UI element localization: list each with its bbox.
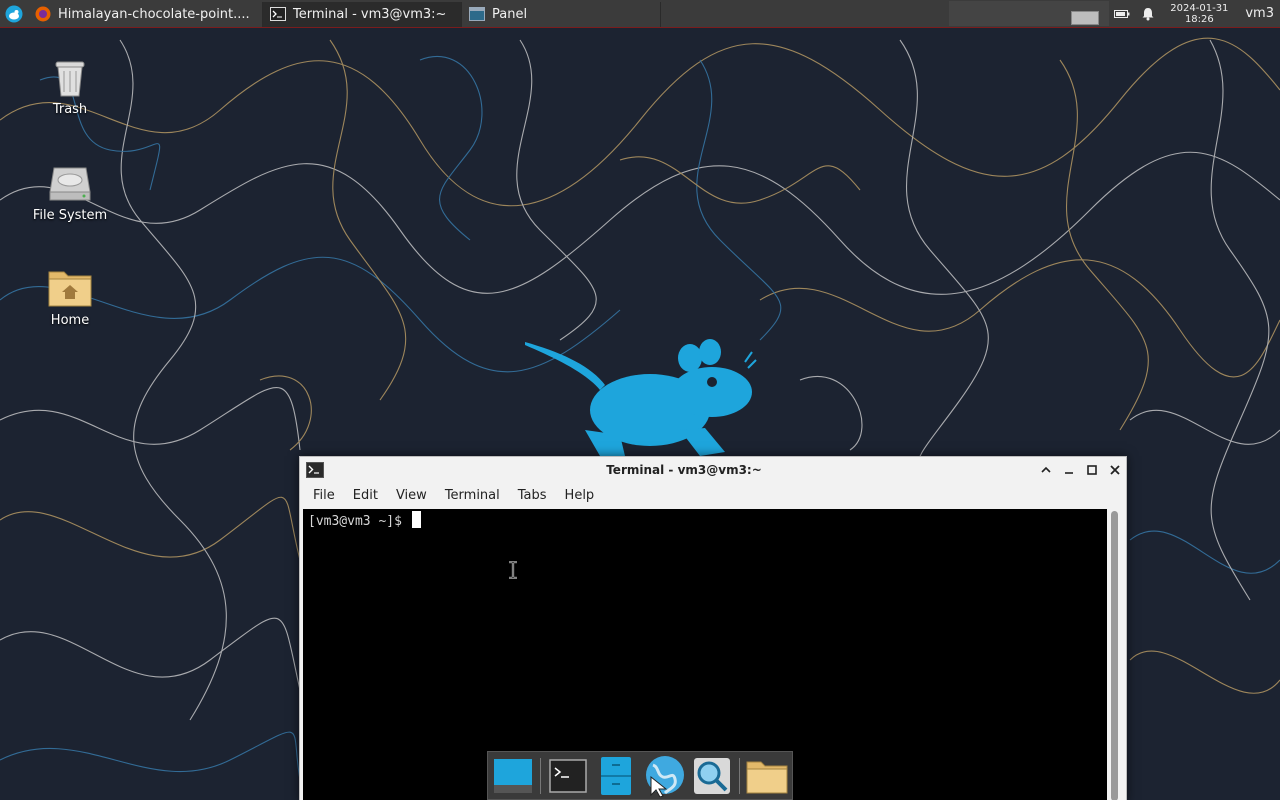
applications-menu-button[interactable]: [0, 0, 28, 27]
desktop-icon-home[interactable]: Home: [20, 263, 120, 328]
text-cursor: [411, 511, 421, 528]
task-label: Panel: [492, 6, 528, 22]
web-browser-icon: [646, 755, 684, 797]
trash-icon: [46, 52, 94, 100]
dock-separator: [540, 757, 541, 794]
ibeam-cursor-icon: [509, 561, 517, 579]
terminal-icon: [306, 462, 326, 478]
desktop-icon-label: File System: [32, 208, 108, 223]
dock-folder[interactable]: [746, 754, 788, 798]
task-label: Terminal - vm3@vm3:~: [293, 6, 447, 22]
shade-button[interactable]: [1034, 460, 1057, 480]
dock: [487, 751, 793, 800]
drive-icon: [46, 158, 94, 206]
minimize-icon: [1064, 472, 1073, 474]
task-terminal[interactable]: Terminal - vm3@vm3:~: [263, 1, 462, 27]
dock-terminal[interactable]: [547, 754, 589, 798]
maximize-icon: [1086, 465, 1097, 475]
dock-separator: [739, 757, 740, 794]
scrollbar-thumb[interactable]: [1111, 511, 1118, 800]
terminal-icon: [549, 758, 587, 793]
dock-web-browser[interactable]: [643, 754, 685, 798]
top-panel: Himalayan-chocolate-point.... Terminal -…: [0, 0, 1280, 28]
app-finder-icon: [694, 757, 731, 794]
menu-help[interactable]: Help: [556, 488, 604, 503]
dock-file-manager[interactable]: [595, 754, 637, 798]
dock-show-desktop[interactable]: [492, 754, 534, 798]
window-titlebar[interactable]: Terminal - vm3@vm3:~: [300, 457, 1126, 483]
firefox-icon: [34, 5, 52, 23]
chevron-up-icon: [1040, 466, 1051, 473]
menu-terminal[interactable]: Terminal: [436, 488, 509, 503]
clock[interactable]: 2024-01-31 18:26: [1161, 3, 1237, 25]
shell-prompt: [vm3@vm3 ~]$: [308, 514, 410, 529]
xfce-mouse-icon: [5, 5, 23, 22]
workspace-1[interactable]: [1071, 10, 1100, 25]
home-folder-icon: [46, 263, 94, 311]
scrollbar[interactable]: [1108, 509, 1122, 800]
terminal-window: Terminal - vm3@vm3:~ File Edit View Term…: [299, 456, 1127, 800]
menu-view[interactable]: View: [387, 488, 436, 503]
dock-app-finder[interactable]: [691, 754, 733, 798]
clock-time: 18:26: [1184, 13, 1214, 25]
menu-tabs[interactable]: Tabs: [509, 488, 556, 503]
workspace-switcher[interactable]: [949, 1, 1110, 26]
file-manager-icon: [600, 756, 631, 795]
close-icon: [1109, 465, 1120, 475]
show-desktop-icon: [494, 758, 532, 793]
desktop-icon-label: Trash: [52, 102, 88, 117]
panel-icon: [468, 5, 486, 23]
desktop-icon-label: Home: [50, 313, 90, 328]
notification-bell-icon[interactable]: [1135, 7, 1161, 21]
desktop-icon-trash[interactable]: Trash: [20, 52, 120, 117]
clock-date: 2024-01-31: [1170, 2, 1229, 14]
close-button[interactable]: [1103, 460, 1126, 480]
user-menu[interactable]: vm3: [1237, 6, 1280, 21]
task-label: Himalayan-chocolate-point....: [58, 6, 250, 22]
task-firefox[interactable]: Himalayan-chocolate-point....: [28, 1, 263, 27]
battery-icon[interactable]: [1109, 8, 1135, 20]
system-tray: 2024-01-31 18:26 vm3: [949, 0, 1280, 27]
terminal-icon: [269, 5, 287, 23]
window-title: Terminal - vm3@vm3:~: [606, 463, 762, 477]
desktop-icon-file-system[interactable]: File System: [20, 158, 120, 223]
menu-bar: File Edit View Terminal Tabs Help: [300, 483, 1126, 507]
menu-file[interactable]: File: [304, 488, 344, 503]
menu-edit[interactable]: Edit: [344, 488, 387, 503]
maximize-button[interactable]: [1080, 460, 1103, 480]
minimize-button[interactable]: [1057, 460, 1080, 480]
task-panel[interactable]: Panel: [462, 1, 661, 27]
folder-icon: [746, 761, 788, 793]
